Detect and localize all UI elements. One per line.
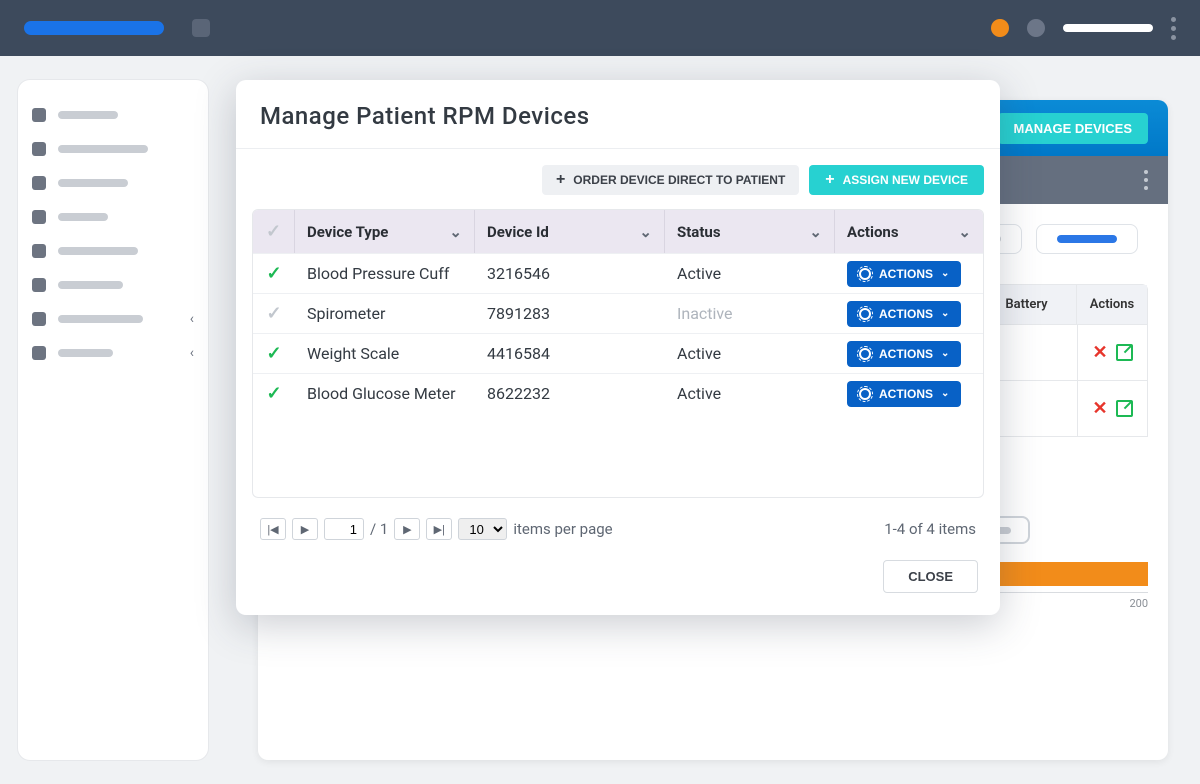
cell-status: Active [665, 264, 835, 283]
order-device-label: ORDER DEVICE DIRECT TO PATIENT [573, 173, 785, 187]
table-row: ✓ Weight Scale4416584Active ACTIONS⌄ [253, 333, 983, 373]
chevron-left-icon: ‹ [190, 311, 194, 327]
status-dot [1027, 19, 1045, 37]
check-icon: ✓ [266, 263, 281, 284]
pager-caption: items per page [513, 520, 612, 538]
chevron-down-icon: ⌄ [639, 223, 652, 241]
assign-device-label: ASSIGN NEW DEVICE [843, 173, 968, 187]
close-button[interactable]: CLOSE [883, 560, 978, 593]
delete-icon[interactable]: ✕ [1092, 398, 1107, 419]
row-actions-button[interactable]: ACTIONS⌄ [847, 261, 961, 287]
tab-active[interactable] [1036, 224, 1138, 254]
pager-prev-button[interactable]: ▶ [292, 518, 318, 540]
edit-icon[interactable] [1116, 400, 1133, 417]
chevron-down-icon: ⌄ [809, 223, 822, 241]
table-row: ✓ Blood Pressure Cuff3216546Active ACTIONS… [253, 253, 983, 293]
sidebar-item[interactable] [32, 132, 194, 166]
table-row: ✓ Blood Glucose Meter8622232Active ACTIONS… [253, 373, 983, 413]
order-device-button[interactable]: + ORDER DEVICE DIRECT TO PATIENT [542, 165, 799, 195]
column-header-actions[interactable]: Actions [1077, 285, 1147, 324]
check-icon: ✓ [266, 221, 281, 242]
check-icon: ✓ [266, 343, 281, 364]
cell-type: Weight Scale [295, 344, 475, 363]
delete-icon[interactable]: ✕ [1092, 342, 1107, 363]
chevron-left-icon: ‹ [190, 345, 194, 361]
topbar [0, 0, 1200, 56]
cell-id: 7891283 [475, 304, 665, 323]
chevron-down-icon: ⌄ [941, 388, 949, 399]
sidebar-item[interactable]: ‹ [32, 336, 194, 370]
chevron-down-icon: ⌄ [941, 308, 949, 319]
pager-first-button[interactable]: |◀ [260, 518, 286, 540]
chevron-down-icon: ⌄ [941, 348, 949, 359]
user-label [1063, 24, 1153, 32]
topbar-kebab-icon[interactable] [1171, 17, 1176, 40]
check-icon: ✓ [266, 303, 281, 324]
row-actions-button[interactable]: ACTIONS⌄ [847, 301, 961, 327]
table-header: ✓ Device Type ⌄ Device Id ⌄ Status ⌄ Act… [253, 210, 983, 253]
cell-id: 8622232 [475, 384, 665, 403]
cell-status: Active [665, 384, 835, 403]
column-header-actions[interactable]: Actions ⌄ [835, 210, 983, 253]
column-header-type[interactable]: Device Type ⌄ [295, 210, 475, 253]
pager-next-button[interactable]: ▶ [394, 518, 420, 540]
pager-last-button[interactable]: ▶| [426, 518, 452, 540]
pager-size-select[interactable]: 10 [458, 518, 507, 540]
manage-devices-button[interactable]: MANAGE DEVICES [998, 113, 1148, 144]
check-icon: ✓ [266, 383, 281, 404]
column-header-status[interactable]: Status ⌄ [665, 210, 835, 253]
row-actions-button[interactable]: ACTIONS⌄ [847, 381, 961, 407]
cell-status: Inactive [665, 304, 835, 323]
table-row: ✓ Spirometer7891283Inactive ACTIONS⌄ [253, 293, 983, 333]
sidebar-item[interactable] [32, 98, 194, 132]
sidebar-item[interactable] [32, 234, 194, 268]
cell-id: 4416584 [475, 344, 665, 363]
sidebar: ‹ ‹ [18, 80, 208, 760]
modal-manage-devices: Manage Patient RPM Devices + ORDER DEVIC… [236, 80, 1000, 615]
chevron-down-icon: ⌄ [449, 223, 462, 241]
gear-icon [859, 388, 871, 400]
cell-status: Active [665, 344, 835, 363]
cell-type: Spirometer [295, 304, 475, 323]
sidebar-item[interactable] [32, 200, 194, 234]
chevron-down-icon: ⌄ [941, 268, 949, 279]
gear-icon [859, 308, 871, 320]
pager: |◀ ▶ / 1 ▶ ▶| 10 items per page 1-4 of 4… [236, 498, 1000, 550]
sidebar-item[interactable] [32, 268, 194, 302]
pager-page-input[interactable] [324, 518, 364, 540]
panel-kebab-icon[interactable] [1144, 170, 1148, 190]
gear-icon [859, 268, 871, 280]
notification-dot[interactable] [991, 19, 1009, 37]
pager-total: / 1 [370, 520, 388, 538]
sidebar-item[interactable]: ‹ [32, 302, 194, 336]
sidebar-item[interactable] [32, 166, 194, 200]
pager-summary: 1-4 of 4 items [884, 520, 976, 538]
cell-type: Blood Pressure Cuff [295, 264, 475, 283]
device-table: ✓ Device Type ⌄ Device Id ⌄ Status ⌄ Act… [252, 209, 984, 498]
edit-icon[interactable] [1116, 344, 1133, 361]
column-header-id[interactable]: Device Id ⌄ [475, 210, 665, 253]
brand-square [192, 19, 210, 37]
row-actions-button[interactable]: ACTIONS⌄ [847, 341, 961, 367]
assign-device-button[interactable]: + ASSIGN NEW DEVICE [809, 165, 984, 195]
axis-max: 200 [1129, 597, 1148, 610]
cell-id: 3216546 [475, 264, 665, 283]
modal-title: Manage Patient RPM Devices [236, 80, 1000, 149]
chevron-down-icon: ⌄ [958, 223, 971, 241]
column-header-check[interactable]: ✓ [253, 210, 295, 253]
cell-type: Blood Glucose Meter [295, 384, 475, 403]
gear-icon [859, 348, 871, 360]
brand-pill [24, 21, 164, 35]
